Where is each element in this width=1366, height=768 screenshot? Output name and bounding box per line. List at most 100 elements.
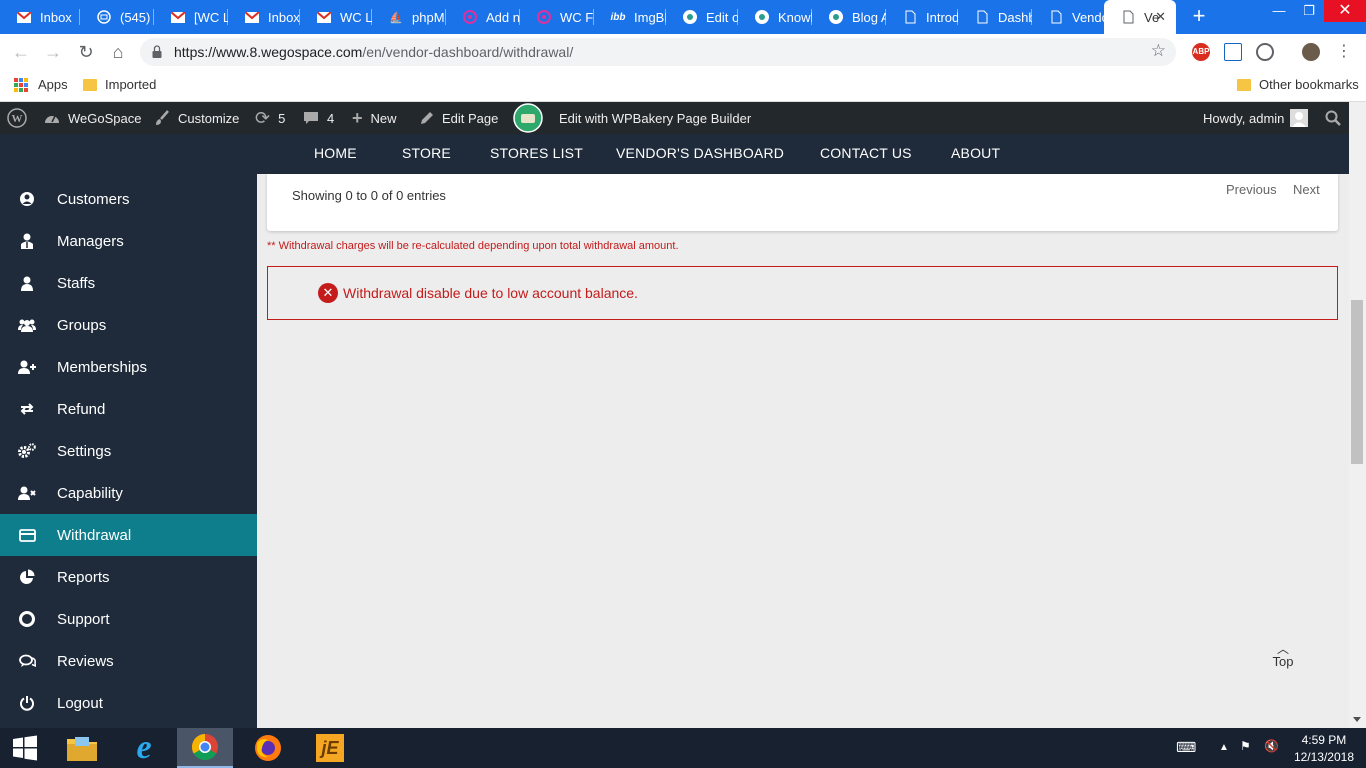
browser-tab[interactable]: ⛵ phpM — [372, 0, 446, 34]
browser-tab[interactable]: Knowl — [738, 0, 812, 34]
site-icon — [828, 9, 844, 25]
sidebar-item-managers[interactable]: Managers — [0, 220, 257, 262]
sidebar-item-memberships[interactable]: Memberships — [0, 346, 257, 388]
sidebar-item-capability[interactable]: Capability — [0, 472, 257, 514]
jedit-button[interactable]: jE — [302, 728, 358, 768]
browser-tab[interactable]: WC Lo — [300, 0, 372, 34]
start-button[interactable] — [0, 728, 50, 768]
imgbb-icon: ibb — [610, 11, 626, 23]
updates-link[interactable]: ⟳ 5 — [255, 102, 285, 134]
back-button[interactable]: ← — [10, 41, 32, 63]
gmail-icon — [244, 9, 260, 25]
address-bar[interactable]: https://www.8.wegospace.com/en/vendor-da… — [140, 38, 1176, 66]
nav-vendors-dashboard[interactable]: VENDOR'S DASHBOARD — [616, 145, 784, 161]
life-ring-icon — [18, 610, 36, 628]
pagination-previous[interactable]: Previous — [1226, 182, 1277, 197]
windows-taskbar: e jE ⌨ ▲ ⚑ 🔇 4:59 PM 12/13/2018 — [0, 728, 1366, 768]
browser-tab[interactable]: Blog A — [812, 0, 886, 34]
file-explorer-button[interactable] — [54, 728, 110, 768]
customize-link[interactable]: Customize — [154, 102, 239, 134]
browser-toolbar: ← → ↻ ⌂ https://www.8.wegospace.com/en/v… — [0, 34, 1366, 70]
bookmarks-bar: Apps Imported Other bookmarks — [0, 70, 1366, 102]
extension-icon[interactable] — [1256, 43, 1274, 61]
browser-tab[interactable]: (545) — [80, 0, 154, 34]
my-account-link[interactable]: Howdy, admin — [1203, 102, 1309, 134]
nav-contact-us[interactable]: CONTACT US — [820, 145, 912, 161]
sidebar-item-reports[interactable]: Reports — [0, 556, 257, 598]
minimize-window-button[interactable]: — — [1264, 0, 1294, 22]
adblock-icon[interactable]: ABP — [1192, 43, 1210, 61]
browser-tab[interactable]: Inbox — [0, 0, 80, 34]
wpbakery-link[interactable]: Edit with WPBakery Page Builder — [513, 102, 751, 134]
browser-tab[interactable]: ibbImgBB — [594, 0, 666, 34]
browser-tab[interactable]: Edit o — [666, 0, 738, 34]
sidebar-item-refund[interactable]: Refund — [0, 388, 257, 430]
tray-chevron-up-icon[interactable]: ▲ — [1219, 742, 1229, 753]
volume-muted-icon[interactable]: 🔇 — [1264, 739, 1279, 753]
pie-chart-icon — [18, 568, 36, 586]
network-warning-icon[interactable]: ⚑ — [1240, 739, 1251, 753]
profile-avatar[interactable] — [1302, 43, 1320, 61]
home-button[interactable]: ⌂ — [107, 41, 129, 63]
new-tab-button[interactable]: + — [1188, 4, 1210, 30]
internet-explorer-icon: e — [136, 729, 152, 766]
sidebar-item-support[interactable]: Support — [0, 598, 257, 640]
refund-icon — [18, 400, 36, 418]
gmail-icon — [316, 9, 332, 25]
back-to-top-button[interactable]: ︿ Top — [1262, 643, 1304, 669]
sidebar-item-reviews[interactable]: Reviews — [0, 640, 257, 682]
folder-icon — [83, 78, 97, 91]
bookmark-imported[interactable]: Imported — [83, 77, 156, 92]
sidebar-item-staffs[interactable]: Staffs — [0, 262, 257, 304]
browser-tab[interactable]: Dashb — [958, 0, 1032, 34]
admin-search-button[interactable] — [1325, 102, 1341, 134]
browser-menu-icon[interactable]: ⋮ — [1333, 41, 1355, 63]
browser-tab[interactable]: Vendo — [1032, 0, 1104, 34]
firefox-button[interactable] — [240, 728, 296, 768]
user-plus-icon — [18, 358, 36, 376]
browser-tab-strip: Inbox (545) [WC L Inbox WC Lo ⛵phpM Add … — [0, 0, 1366, 34]
screenshot-extension-icon[interactable] — [1224, 43, 1242, 61]
bookmark-other[interactable]: Other bookmarks — [1237, 77, 1359, 92]
site-navigation: HOME STORE STORES LIST VENDOR'S DASHBOAR… — [0, 134, 1356, 174]
wordpress-logo-button[interactable]: W — [7, 102, 27, 134]
site-name-link[interactable]: WeGoSpace — [44, 102, 141, 134]
close-tab-icon[interactable]: ✕ — [1155, 9, 1166, 25]
browser-tab[interactable]: WC Fr — [520, 0, 594, 34]
comments-link[interactable]: 4 — [303, 102, 334, 134]
reload-button[interactable]: ↻ — [75, 41, 97, 63]
new-content-link[interactable]: + New — [352, 102, 397, 134]
browser-tab-active[interactable]: Ve ✕ — [1104, 0, 1176, 34]
scroll-down-arrow[interactable] — [1353, 717, 1361, 722]
browser-tab[interactable]: Introd — [886, 0, 958, 34]
browser-tab[interactable]: [WC L — [154, 0, 228, 34]
sidebar-item-settings[interactable]: Settings — [0, 430, 257, 472]
nav-store[interactable]: STORE — [402, 145, 451, 161]
forward-button[interactable]: → — [42, 41, 64, 63]
alert-message: Withdrawal disable due to low account ba… — [343, 285, 638, 301]
bookmark-apps[interactable]: Apps — [14, 77, 68, 92]
scrollbar-thumb[interactable] — [1351, 300, 1363, 464]
pagination-next[interactable]: Next — [1293, 182, 1320, 197]
taskbar-clock[interactable]: 4:59 PM 12/13/2018 — [1294, 732, 1354, 766]
page-scrollbar[interactable] — [1349, 102, 1366, 728]
sidebar-item-logout[interactable]: Logout — [0, 682, 257, 724]
edit-page-link[interactable]: Edit Page — [419, 102, 498, 134]
nav-about[interactable]: ABOUT — [951, 145, 1000, 161]
url-text: https://www.8.wegospace.com/en/vendor-da… — [174, 44, 574, 60]
sidebar-item-customers[interactable]: Customers — [0, 178, 257, 220]
browser-tab[interactable]: Add n — [446, 0, 520, 34]
sidebar-item-groups[interactable]: Groups — [0, 304, 257, 346]
bookmark-star-icon[interactable]: ☆ — [1151, 41, 1166, 61]
browser-tab[interactable]: Inbox — [228, 0, 300, 34]
nav-stores-list[interactable]: STORES LIST — [490, 145, 583, 161]
restore-window-button[interactable]: ❐ — [1294, 0, 1324, 22]
nav-home[interactable]: HOME — [314, 145, 357, 161]
page-icon — [1120, 9, 1136, 25]
internet-explorer-button[interactable]: e — [116, 728, 172, 768]
page-icon — [974, 9, 990, 25]
close-window-button[interactable]: ✕ — [1324, 0, 1366, 22]
keyboard-icon[interactable]: ⌨ — [1176, 739, 1196, 756]
chrome-button[interactable] — [177, 728, 233, 768]
sidebar-item-withdrawal[interactable]: Withdrawal — [0, 514, 257, 556]
